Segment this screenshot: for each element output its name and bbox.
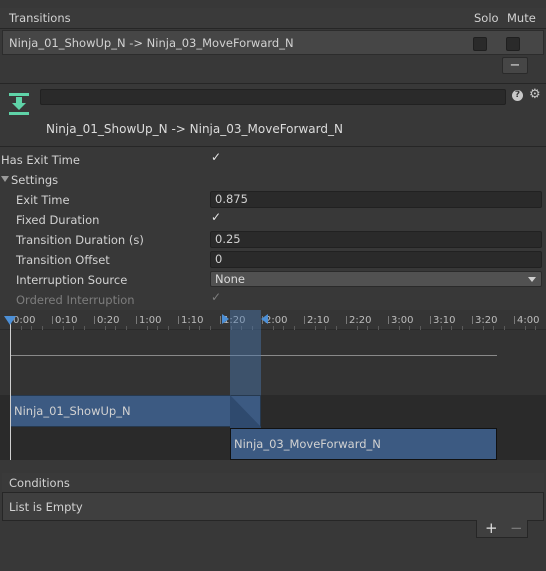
ruler-tick — [304, 316, 305, 324]
has-exit-time-label: Has Exit Time — [1, 153, 80, 167]
source-clip-label: Ninja_01_ShowUp_N — [14, 404, 131, 418]
ruler-tick — [136, 316, 137, 324]
conditions-empty-text: List is Empty — [9, 500, 83, 514]
transition-end-marker-icon[interactable] — [261, 314, 268, 324]
ruler-tick-label: 0:20 — [97, 315, 120, 326]
conditions-title: Conditions — [9, 476, 70, 490]
solo-header-label: Solo — [474, 11, 499, 25]
ruler-tick — [52, 316, 53, 324]
interruption-source-value: None — [215, 272, 246, 286]
help-icon[interactable]: ? — [512, 90, 523, 101]
ruler-tick-label: 1:10 — [181, 315, 204, 326]
add-condition-button[interactable]: + — [485, 519, 498, 537]
transitions-title: Transitions — [9, 11, 71, 25]
ordered-interruption-checkbox: ✓ — [211, 290, 222, 304]
fixed-duration-label: Fixed Duration — [16, 213, 100, 227]
settings-foldout-arrow-icon[interactable] — [1, 176, 9, 182]
ruler-tick — [430, 316, 431, 324]
ruler-tick-label: 0:10 — [55, 315, 78, 326]
remove-condition-button[interactable]: − — [510, 519, 523, 537]
destination-clip-label: Ninja_03_MoveForward_N — [234, 437, 381, 451]
inspector-title: Ninja_01_ShowUp_N -> Ninja_03_MoveForwar… — [46, 122, 343, 136]
transition-row-label: Ninja_01_ShowUp_N -> Ninja_03_MoveForwar… — [9, 36, 294, 50]
mute-header-label: Mute — [507, 11, 536, 25]
ruler-tick — [514, 316, 515, 324]
fixed-duration-checkbox[interactable]: ✓ — [211, 210, 221, 224]
start-marker-icon[interactable] — [4, 316, 16, 325]
exit-time-label: Exit Time — [16, 193, 70, 207]
ruler-tick-label: 0:00 — [13, 315, 36, 326]
ruler-tick-label: 3:00 — [391, 315, 414, 326]
interruption-source-dropdown[interactable]: None — [210, 271, 542, 287]
gear-icon-glyph: ⚙ — [529, 87, 541, 102]
remove-transition-button[interactable]: − — [502, 57, 528, 74]
exit-time-field[interactable]: 0.875 — [210, 191, 542, 208]
ruler-tick — [388, 316, 389, 324]
transition-offset-label: Transition Offset — [16, 253, 110, 267]
transition-duration-label: Transition Duration (s) — [16, 233, 144, 247]
ruler-tick — [472, 316, 473, 324]
interruption-source-label: Interruption Source — [16, 273, 128, 287]
dropdown-arrow-icon — [528, 277, 536, 282]
ruler-tick-label: 4:00 — [517, 315, 540, 326]
ruler-tick-label: 3:10 — [433, 315, 456, 326]
ruler-tick-label: 2:20 — [349, 315, 372, 326]
ordered-interruption-label: Ordered Interruption — [16, 293, 135, 307]
ruler-tick-label: 3:20 — [475, 315, 498, 326]
ruler-tick-label: 2:10 — [307, 315, 330, 326]
solo-toggle[interactable] — [473, 37, 487, 51]
transition-name-field[interactable] — [40, 89, 506, 105]
ruler-tick — [94, 316, 95, 324]
ruler-tick — [346, 316, 347, 324]
transition-start-marker-icon[interactable] — [222, 314, 229, 324]
timeline-start-line — [10, 320, 11, 460]
ruler-tick — [178, 316, 179, 324]
ruler-tick-label: 2:00 — [265, 315, 288, 326]
mute-toggle[interactable] — [506, 37, 520, 51]
transition-duration-field[interactable]: 0.25 — [210, 231, 542, 248]
settings-foldout-label[interactable]: Settings — [11, 173, 58, 187]
conditions-header — [2, 473, 544, 493]
divider — [0, 146, 546, 147]
timeline-upper-band — [0, 330, 546, 395]
settings-gear-icon[interactable]: ⚙ — [529, 87, 541, 102]
transition-offset-field[interactable]: 0 — [210, 251, 542, 268]
ruler-tick-label: 1:00 — [139, 315, 162, 326]
has-exit-time-checkbox[interactable]: ✓ — [211, 150, 221, 164]
ruler-tick — [220, 316, 221, 324]
transition-download-icon — [7, 92, 31, 116]
transitions-header — [0, 8, 546, 29]
divider — [0, 83, 546, 84]
help-icon-glyph: ? — [514, 90, 521, 100]
